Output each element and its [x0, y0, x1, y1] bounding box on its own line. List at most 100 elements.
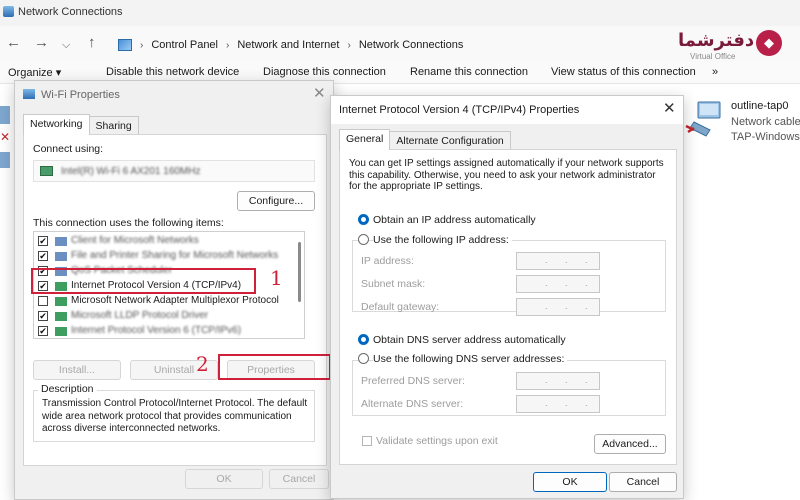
use-following-ip-label[interactable]: Use the following IP address: — [373, 234, 512, 246]
wifi-tabstrip: Networking Sharing — [23, 114, 139, 136]
adapter-status: Network cable — [731, 116, 800, 128]
rename-command[interactable]: Rename this connection — [410, 66, 528, 78]
validate-checkbox[interactable] — [362, 436, 372, 446]
protocol-icon — [55, 312, 67, 321]
wifi-dialog-icon — [23, 89, 35, 99]
control-panel-icon — [118, 39, 132, 51]
wifi-cancel-button[interactable]: Cancel — [269, 469, 329, 489]
partial-adapter-icon: ✕ — [0, 100, 12, 170]
item-label: Microsoft LLDP Protocol Driver — [71, 310, 209, 321]
list-item[interactable]: ✔ Internet Protocol Version 6 (TCP/IPv6) — [38, 324, 298, 338]
up-arrow-icon[interactable]: ↑ — [88, 35, 96, 51]
annotation-step-1: 1 — [270, 266, 283, 290]
obtain-ip-auto-radio[interactable] — [358, 214, 369, 225]
networking-panel: Connect using: Intel(R) Wi-Fi 6 AX201 16… — [23, 134, 327, 466]
items-label: This connection uses the following items… — [33, 217, 224, 229]
ipv4-ok-button[interactable]: OK — [533, 472, 607, 492]
forward-arrow-icon[interactable]: → — [34, 35, 49, 51]
alternate-dns-label: Alternate DNS server: — [361, 398, 464, 410]
obtain-dns-auto-radio[interactable] — [358, 334, 369, 345]
highlight-ipv4-item — [31, 268, 256, 294]
alternate-dns-field[interactable]: ... — [516, 395, 600, 413]
logo-brand-text: دفترشما — [678, 30, 755, 51]
adapter-name: outline-tap0 — [731, 100, 789, 112]
intro-text: You can get IP settings assigned automat… — [349, 158, 664, 192]
configure-button[interactable]: Configure... — [237, 191, 315, 211]
item-checkbox[interactable]: ✔ — [38, 236, 48, 246]
list-item[interactable]: ✔ Client for Microsoft Networks — [38, 234, 298, 249]
item-checkbox[interactable]: ✔ — [38, 251, 48, 261]
protocol-icon — [55, 297, 67, 306]
breadcrumb: › Control Panel › Network and Internet ›… — [118, 35, 463, 55]
install-button[interactable]: Install... — [33, 360, 121, 380]
ipv4-dialog-title-bar: Internet Protocol Version 4 (TCP/IPv4) P… — [331, 96, 683, 124]
network-adapter-icon — [685, 101, 721, 137]
adapter-device: TAP-Windows A — [731, 131, 800, 143]
item-label: File and Printer Sharing for Microsoft N… — [71, 250, 279, 261]
item-label: Microsoft Network Adapter Multiplexor Pr… — [71, 295, 279, 306]
breadcrumb-separator-icon: › — [347, 39, 351, 51]
tab-sharing[interactable]: Sharing — [88, 116, 139, 135]
more-commands-chevron-icon[interactable]: » — [712, 66, 718, 78]
highlight-properties-button — [218, 354, 331, 380]
disable-device-command[interactable]: Disable this network device — [106, 66, 239, 78]
breadcrumb-network-and-internet[interactable]: Network and Internet — [237, 39, 339, 51]
item-checkbox[interactable] — [38, 296, 48, 306]
logo-sub-text: Virtual Office — [690, 52, 736, 61]
ipv4-cancel-button[interactable]: Cancel — [609, 472, 677, 492]
chevron-down-icon[interactable]: ⌵ — [62, 37, 70, 53]
use-following-dns-radio[interactable] — [358, 353, 369, 364]
use-following-dns-label[interactable]: Use the following DNS server addresses: — [373, 353, 568, 365]
adapter-field: Intel(R) Wi-Fi 6 AX201 160MHz — [33, 160, 315, 182]
network-client-icon — [55, 237, 67, 246]
ipv4-dialog-title: Internet Protocol Version 4 (TCP/IPv4) P… — [339, 104, 580, 116]
logo-mark-icon: ◆ — [756, 30, 782, 56]
diagnose-command[interactable]: Diagnose this connection — [263, 66, 386, 78]
ipv4-tabstrip: General Alternate Configuration — [339, 129, 511, 151]
back-arrow-icon[interactable]: ← — [6, 35, 21, 51]
explorer-title-bar: Network Connections — [0, 0, 800, 26]
explorer-title: Network Connections — [18, 6, 123, 18]
tab-networking[interactable]: Networking — [23, 114, 90, 135]
view-status-command[interactable]: View status of this connection — [551, 66, 696, 78]
close-icon[interactable]: ✕ — [663, 101, 676, 117]
tab-general[interactable]: General — [339, 129, 391, 150]
explorer-nav-bar: ← → ⌵ ↑ › Control Panel › Network and In… — [0, 26, 800, 62]
wifi-dialog-title-bar: Wi-Fi Properties ✕ — [15, 81, 333, 109]
list-scrollbar[interactable] — [298, 242, 301, 302]
ip-address-label: IP address: — [361, 255, 414, 267]
network-service-icon — [55, 252, 67, 261]
advanced-button[interactable]: Advanced... — [594, 434, 666, 454]
obtain-ip-auto-label[interactable]: Obtain an IP address automatically — [373, 214, 536, 226]
connect-using-label: Connect using: — [33, 143, 104, 155]
description-title: Description — [38, 383, 97, 395]
organize-menu[interactable]: Organize ▾ — [8, 66, 61, 79]
validate-label: Validate settings upon exit — [376, 435, 498, 447]
list-item[interactable]: Microsoft Network Adapter Multiplexor Pr… — [38, 294, 298, 309]
list-item[interactable]: ✔ File and Printer Sharing for Microsoft… — [38, 249, 298, 264]
breadcrumb-separator-icon: › — [226, 39, 230, 51]
tab-alternate-configuration[interactable]: Alternate Configuration — [389, 131, 511, 150]
default-gateway-field[interactable]: ... — [516, 298, 600, 316]
breadcrumb-control-panel[interactable]: Control Panel — [151, 39, 218, 51]
wifi-dialog-title: Wi-Fi Properties — [41, 89, 120, 101]
preferred-dns-field[interactable]: ... — [516, 372, 600, 390]
breadcrumb-network-connections[interactable]: Network Connections — [359, 39, 464, 51]
wifi-ok-button[interactable]: OK — [185, 469, 263, 489]
use-following-ip-radio[interactable] — [358, 234, 369, 245]
list-item[interactable]: ✔ Microsoft LLDP Protocol Driver — [38, 309, 298, 324]
general-panel: You can get IP settings assigned automat… — [339, 149, 677, 465]
default-gateway-label: Default gateway: — [361, 301, 440, 313]
preferred-dns-label: Preferred DNS server: — [361, 375, 465, 387]
close-icon[interactable]: ✕ — [313, 86, 326, 102]
description-text: Transmission Control Protocol/Internet P… — [42, 398, 308, 434]
ip-address-field[interactable]: ... — [516, 252, 600, 270]
network-connections-app-icon — [3, 6, 14, 17]
item-checkbox[interactable]: ✔ — [38, 311, 48, 321]
subnet-mask-label: Subnet mask: — [361, 278, 426, 290]
obtain-dns-auto-label[interactable]: Obtain DNS server address automatically — [373, 334, 566, 346]
item-label: Client for Microsoft Networks — [71, 235, 199, 246]
adapter-outline-tap0[interactable]: outline-tap0 Network cable TAP-Windows A — [684, 96, 800, 146]
subnet-mask-field[interactable]: ... — [516, 275, 600, 293]
item-checkbox[interactable]: ✔ — [38, 326, 48, 336]
